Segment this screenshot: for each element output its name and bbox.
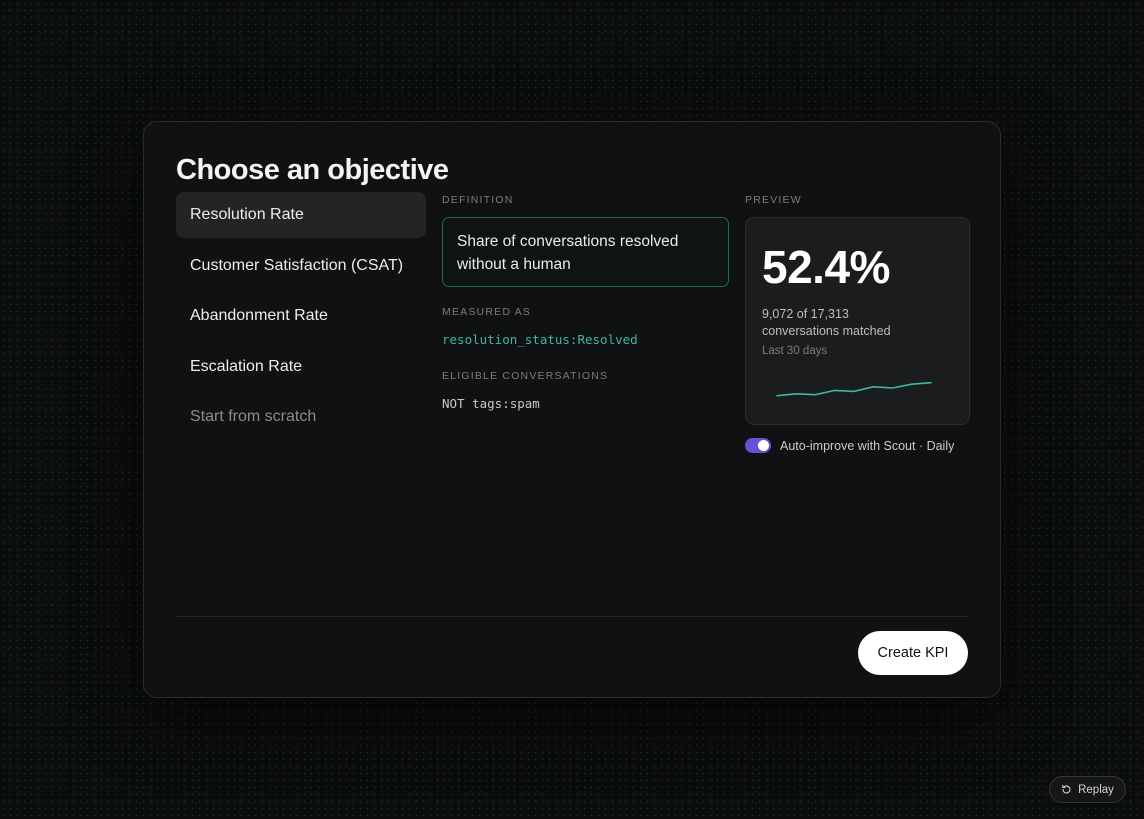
auto-improve-row: Auto-improve with Scout · Daily bbox=[745, 438, 970, 453]
objective-list: Resolution Rate Customer Satisfaction (C… bbox=[176, 192, 426, 445]
preview-period: Last 30 days bbox=[762, 345, 828, 357]
option-resolution-rate[interactable]: Resolution Rate bbox=[176, 192, 426, 238]
matched-count-line2: conversations matched bbox=[762, 324, 891, 338]
preview-column: PREVIEW 52.4% 9,072 of 17,313 conversati… bbox=[745, 194, 970, 453]
matched-count-line1: 9,072 of 17,313 bbox=[762, 307, 849, 321]
sparkline-chart bbox=[776, 381, 932, 397]
preview-label: PREVIEW bbox=[745, 194, 802, 206]
preview-value: 52.4% bbox=[762, 241, 890, 293]
matched-count: 9,072 of 17,313 conversations matched bbox=[762, 306, 891, 340]
auto-improve-toggle[interactable] bbox=[745, 438, 771, 453]
option-start-from-scratch[interactable]: Start from scratch bbox=[176, 394, 426, 440]
dialog-title: Choose an objective bbox=[176, 154, 449, 186]
sparkline-line bbox=[776, 381, 932, 397]
replay-icon bbox=[1062, 784, 1071, 794]
preview-card: 52.4% 9,072 of 17,313 conversations matc… bbox=[745, 217, 970, 425]
option-abandonment-rate[interactable]: Abandonment Rate bbox=[176, 293, 426, 339]
definition-label: DEFINITION bbox=[442, 194, 514, 206]
option-csat[interactable]: Customer Satisfaction (CSAT) bbox=[176, 243, 426, 289]
definition-column: DEFINITION Share of conversations resolv… bbox=[442, 194, 729, 411]
eligible-conversations-label: ELIGIBLE CONVERSATIONS bbox=[442, 370, 609, 382]
create-kpi-button[interactable]: Create KPI bbox=[858, 631, 968, 675]
option-escalation-rate[interactable]: Escalation Rate bbox=[176, 344, 426, 390]
footer-divider bbox=[176, 616, 968, 617]
auto-improve-label: Auto-improve with Scout · Daily bbox=[780, 438, 955, 453]
measured-as-label: MEASURED AS bbox=[442, 306, 532, 318]
measured-as-value: resolution_status:Resolved bbox=[442, 332, 638, 347]
replay-button[interactable]: Replay bbox=[1049, 776, 1126, 803]
create-kpi-dialog: Choose an objective Resolution Rate Cust… bbox=[143, 121, 1001, 698]
eligible-conversations-value: NOT tags:spam bbox=[442, 396, 540, 411]
definition-box[interactable]: Share of conversations resolved without … bbox=[442, 217, 729, 287]
replay-label: Replay bbox=[1078, 783, 1114, 796]
